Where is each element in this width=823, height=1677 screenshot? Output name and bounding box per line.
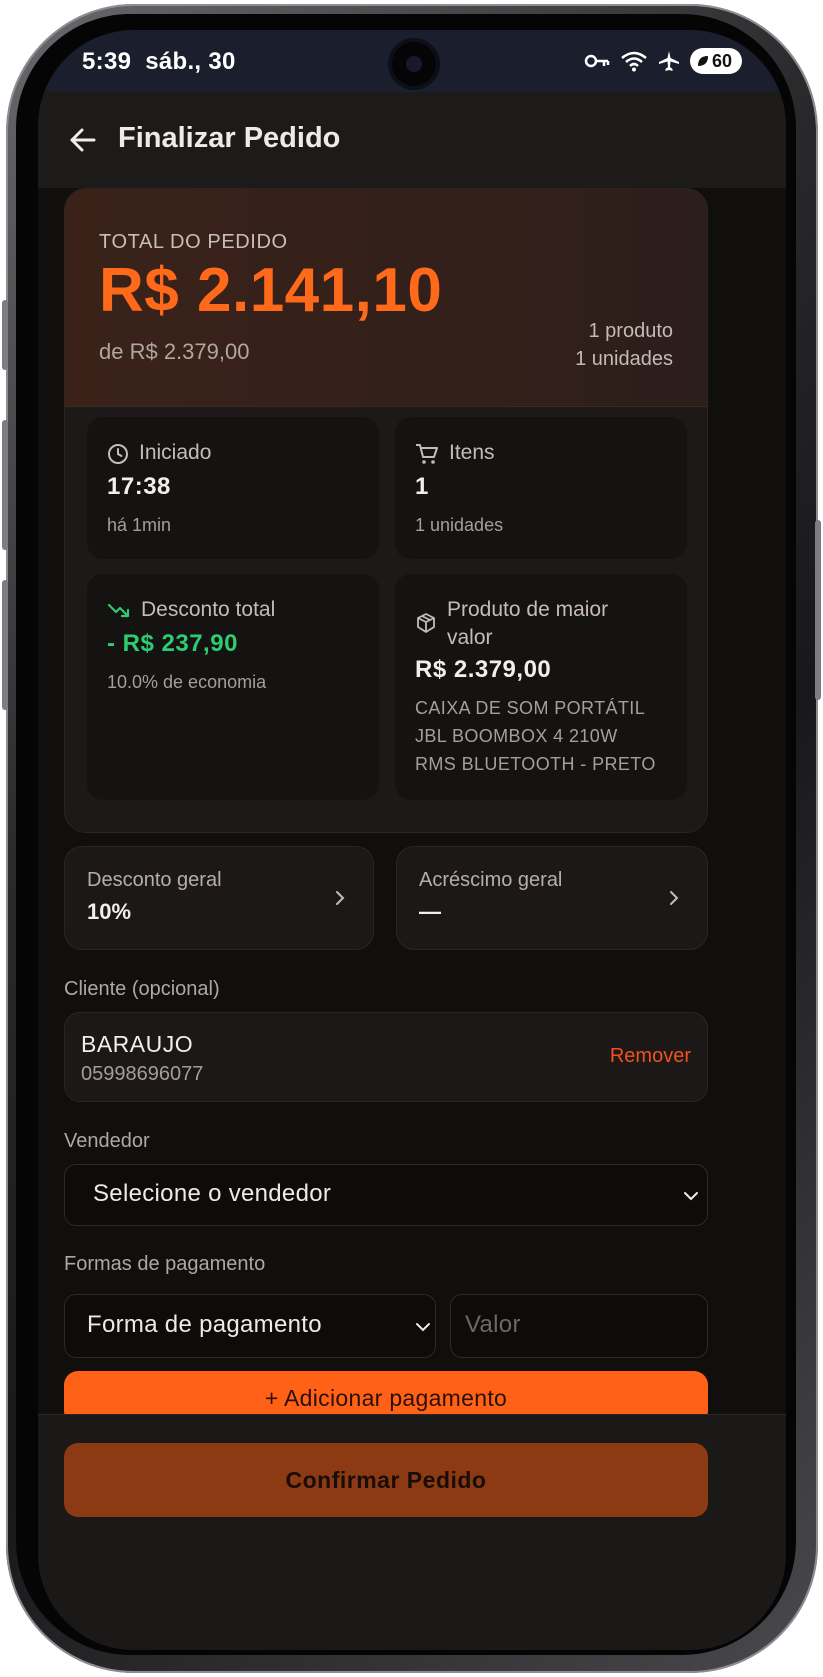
stat-top-product-value: R$ 2.379,00 [415, 656, 552, 683]
status-bar: 5:39 sáb., 30 60 [38, 30, 786, 92]
general-discount-button[interactable]: Desconto geral 10% [64, 846, 374, 950]
general-surcharge-button[interactable]: Acréscimo geral — [396, 846, 708, 950]
phone-volume-button [2, 580, 8, 710]
stat-items-sub: 1 unidades [415, 515, 504, 535]
status-time: 5:39 [82, 48, 132, 75]
stat-items: Itens 1 1 unidades [395, 417, 687, 559]
seller-section-label: Vendedor [64, 1130, 150, 1152]
stat-discount-sub: 10.0% de economia [107, 672, 267, 692]
chevron-right-icon [670, 891, 679, 905]
client-document: 05998696077 [81, 1063, 204, 1085]
phone-power-button [815, 520, 821, 700]
vpn-key-icon [584, 54, 610, 68]
airplane-icon [659, 51, 679, 71]
stat-started-value: 17:38 [107, 473, 171, 500]
total-label: TOTAL DO PEDIDO [99, 231, 288, 253]
stat-top-product: Produto de maior valor R$ 2.379,00 CAIXA… [395, 574, 687, 800]
cart-icon [416, 444, 438, 464]
battery-level: 60 [712, 50, 733, 71]
stat-top-product-label: Produto de maior valor [447, 598, 609, 649]
screen: 5:39 sáb., 30 60 Finalizar Pedido TOTAL … [38, 30, 786, 1650]
payment-section-label: Formas de pagamento [64, 1253, 266, 1275]
total-meta: 1 produto 1 unidades [575, 317, 673, 373]
stat-started-sub: há 1min [107, 515, 172, 535]
content: TOTAL DO PEDIDO R$ 2.141,10 de R$ 2.379,… [38, 188, 786, 1558]
phone-volume-button [2, 420, 8, 550]
remove-client-button[interactable]: Remover [610, 1045, 691, 1068]
status-date: sáb., 30 [145, 48, 236, 75]
status-clock: 5:39 sáb., 30 [82, 48, 236, 76]
package-icon [417, 613, 435, 633]
stat-discount: Desconto total - R$ 237,90 10.0% de econ… [87, 574, 379, 800]
payment-method-value: Forma de pagamento [87, 1311, 322, 1338]
seller-select[interactable]: Selecione o vendedor [64, 1164, 708, 1226]
arrow-left-icon [70, 128, 96, 152]
chevron-down-icon [684, 1192, 698, 1201]
general-surcharge-label: Acréscimo geral [419, 869, 563, 891]
stat-items-value: 1 [415, 473, 429, 500]
stat-started: Iniciado 17:38 há 1min [87, 417, 379, 559]
general-discount-value: 10% [87, 899, 132, 924]
order-summary-card: TOTAL DO PEDIDO R$ 2.141,10 de R$ 2.379,… [64, 188, 708, 833]
wifi-icon [621, 51, 647, 72]
trending-down-icon [107, 603, 130, 618]
clock-icon [108, 444, 128, 464]
stat-discount-value: - R$ 237,90 [107, 630, 238, 657]
front-camera [392, 42, 436, 86]
chevron-right-icon [336, 891, 345, 905]
general-discount-label: Desconto geral [87, 869, 222, 891]
stat-items-label: Itens [449, 441, 495, 464]
page-title: Finalizar Pedido [118, 122, 341, 154]
unit-count: 1 unidades [575, 348, 673, 370]
original-value: de R$ 2.379,00 [99, 339, 250, 364]
client-name: BARAUJO [81, 1031, 194, 1057]
payment-method-select[interactable]: Forma de pagamento [64, 1294, 436, 1358]
stat-discount-label: Desconto total [141, 598, 276, 621]
back-button[interactable] [64, 120, 104, 160]
chevron-down-icon [416, 1323, 430, 1332]
product-count: 1 produto [588, 320, 673, 342]
client-section-label: Cliente (opcional) [64, 978, 220, 1000]
payment-amount-input[interactable]: Valor [450, 1294, 708, 1358]
phone-side-button [2, 300, 8, 370]
payment-amount-placeholder: Valor [465, 1311, 521, 1338]
seller-select-value: Selecione o vendedor [93, 1180, 332, 1207]
order-total-panel: TOTAL DO PEDIDO R$ 2.141,10 de R$ 2.379,… [65, 189, 707, 407]
battery-indicator: 60 [690, 48, 742, 74]
general-surcharge-value: — [419, 899, 441, 924]
stat-top-product-name: CAIXA DE SOM PORTÁTIL JBL BOOMBOX 4 210W… [415, 698, 656, 774]
footer-bar: Confirmar Pedido [38, 1414, 786, 1650]
app-bar: Finalizar Pedido [38, 92, 786, 188]
confirm-order-button[interactable]: Confirmar Pedido [64, 1443, 708, 1517]
total-value: R$ 2.141,10 [99, 256, 443, 325]
client-card[interactable]: BARAUJO 05998696077 Remover [64, 1012, 708, 1102]
battery-saver-leaf-icon [698, 56, 708, 66]
status-icons: 60 [584, 48, 742, 74]
stat-started-label: Iniciado [139, 441, 212, 464]
